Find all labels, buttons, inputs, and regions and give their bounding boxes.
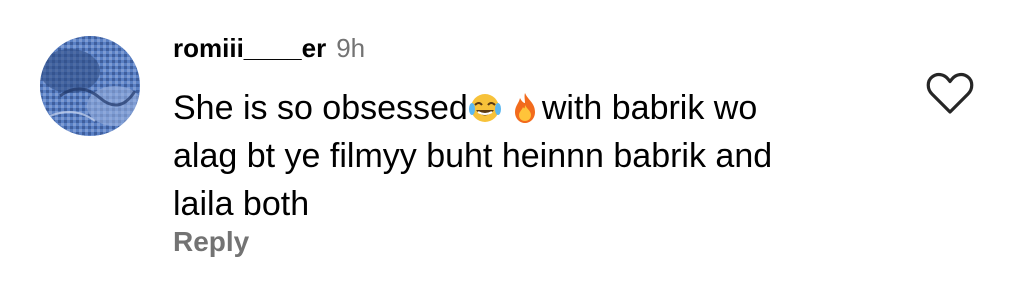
face-with-tears-of-joy-icon (468, 94, 501, 122)
heart-outline-icon[interactable] (926, 72, 974, 116)
username[interactable]: romiii____er (173, 33, 326, 64)
comment-body: She is so obsessed with babrik wo alag bt… (173, 84, 893, 228)
timestamp: 9h (336, 33, 366, 63)
fire-icon (514, 93, 535, 123)
comment-text-start: She is so obsessed (173, 89, 468, 127)
comment-header: romiii____er 9h (173, 33, 365, 69)
avatar[interactable] (40, 36, 140, 136)
reply-button[interactable]: Reply (173, 226, 249, 258)
comment-item: romiii____er 9h She is so obsessed with b… (0, 0, 1024, 298)
avatar-image (40, 36, 140, 136)
